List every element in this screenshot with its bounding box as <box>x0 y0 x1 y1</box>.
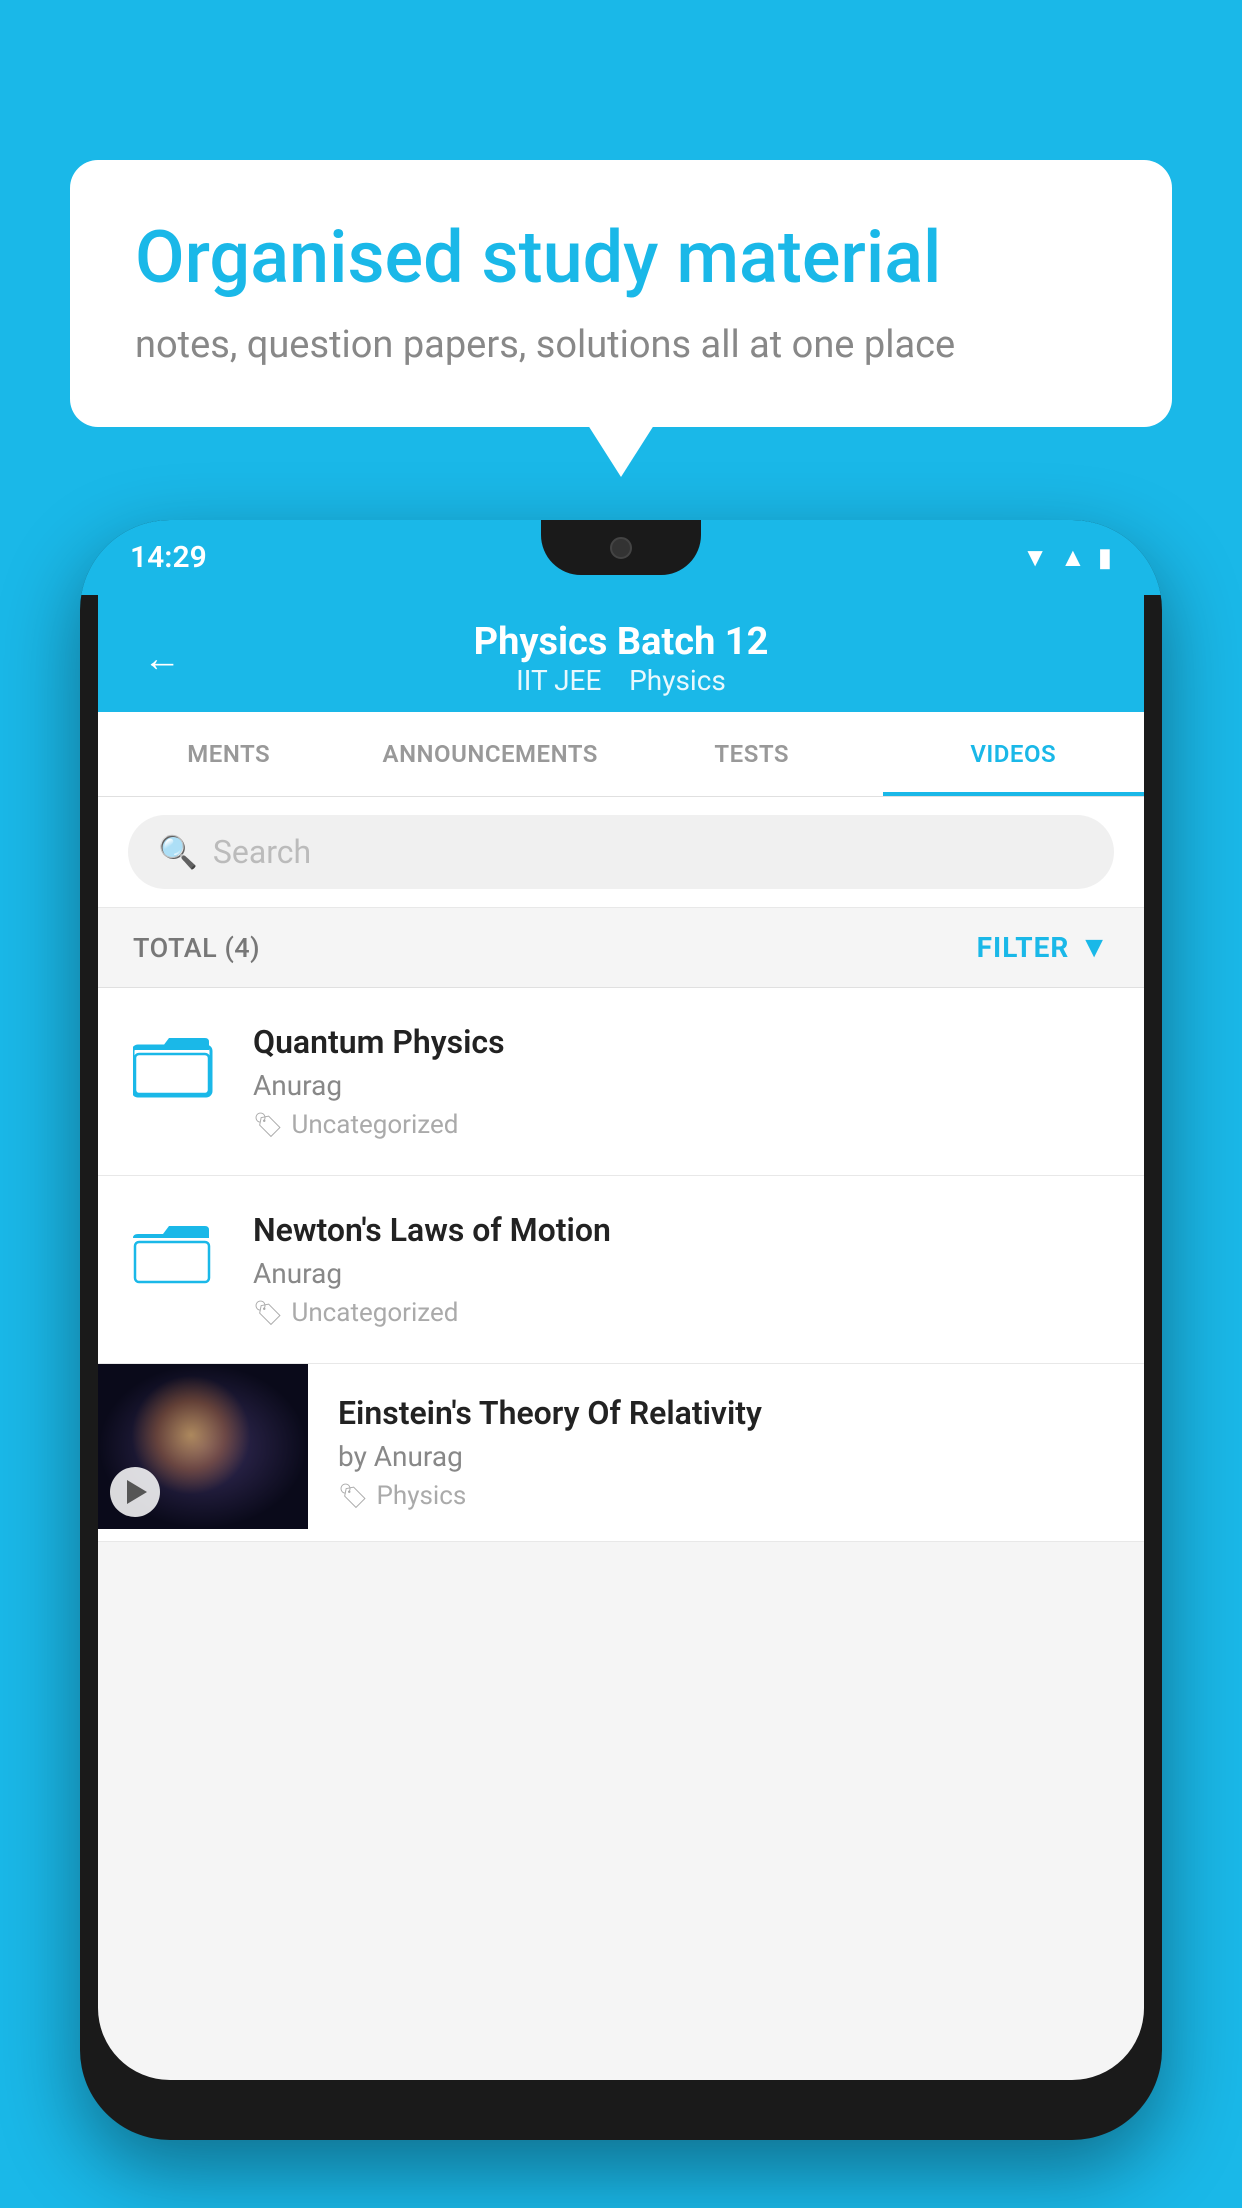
thumbnail-info: Einstein's Theory Of Relativity by Anura… <box>308 1364 1144 1541</box>
tag-icon: 🏷 <box>253 1299 283 1327</box>
tab-videos[interactable]: VIDEOS <box>883 712 1145 796</box>
list-item[interactable]: Einstein's Theory Of Relativity by Anura… <box>98 1364 1144 1542</box>
video-tag: Uncategorized <box>291 1110 458 1140</box>
list-item[interactable]: Quantum Physics Anurag 🏷 Uncategorized <box>98 988 1144 1176</box>
camera-dot <box>610 537 632 559</box>
speech-bubble: Organised study material notes, question… <box>70 160 1172 427</box>
video-icon-box <box>133 1216 223 1290</box>
search-bar[interactable]: 🔍 Search <box>128 815 1114 889</box>
tag-icon: 🏷 <box>338 1482 368 1510</box>
video-title: Quantum Physics <box>253 1023 1109 1061</box>
filter-label: FILTER <box>977 931 1070 964</box>
video-info: Newton's Laws of Motion Anurag 🏷 Uncateg… <box>253 1211 1109 1328</box>
header-tag-physics: Physics <box>629 664 726 697</box>
video-tag-row: 🏷 Physics <box>338 1481 1114 1511</box>
thumbnail-box <box>98 1364 308 1529</box>
tab-tests[interactable]: TESTS <box>621 712 883 796</box>
video-tag-row: 🏷 Uncategorized <box>253 1110 1109 1140</box>
status-icons: ▼ ▲ ▮ <box>1022 542 1112 573</box>
video-info: Quantum Physics Anurag 🏷 Uncategorized <box>253 1023 1109 1140</box>
phone-notch <box>541 520 701 575</box>
list-item[interactable]: Newton's Laws of Motion Anurag 🏷 Uncateg… <box>98 1176 1144 1364</box>
status-time: 14:29 <box>130 540 207 575</box>
video-author: by Anurag <box>338 1440 1114 1473</box>
header-subtitle: IIT JEE Physics <box>474 664 769 697</box>
tabs-bar: MENTS ANNOUNCEMENTS TESTS VIDEOS <box>98 712 1144 797</box>
tag-icon: 🏷 <box>253 1111 283 1139</box>
battery-icon: ▮ <box>1098 543 1112 573</box>
phone-screen: ← Physics Batch 12 IIT JEE Physics MENTS <box>98 595 1144 2080</box>
search-placeholder: Search <box>213 833 311 871</box>
video-tag: Uncategorized <box>291 1298 458 1328</box>
header-main-title: Physics Batch 12 <box>474 620 769 664</box>
header-nav: ← Physics Batch 12 IIT JEE Physics <box>143 620 1099 712</box>
video-icon-box <box>133 1028 223 1102</box>
tab-ments[interactable]: MENTS <box>98 712 360 796</box>
video-author: Anurag <box>253 1069 1109 1102</box>
tab-announcements[interactable]: ANNOUNCEMENTS <box>360 712 622 796</box>
phone-wrapper: 14:29 ▼ ▲ ▮ ← Physics Batch 12 IIT JEE <box>80 520 1162 2208</box>
wifi-icon: ▼ <box>1022 542 1048 573</box>
video-author: Anurag <box>253 1257 1109 1290</box>
play-icon <box>127 1480 147 1504</box>
video-title: Einstein's Theory Of Relativity <box>338 1394 1114 1432</box>
signal-icon: ▲ <box>1060 542 1086 573</box>
bubble-subtitle: notes, question papers, solutions all at… <box>135 323 1107 367</box>
back-button[interactable]: ← <box>143 637 181 681</box>
speech-bubble-container: Organised study material notes, question… <box>70 160 1172 427</box>
header-tag-iitjee: IIT JEE <box>516 664 601 697</box>
header-title-group: Physics Batch 12 IIT JEE Physics <box>474 620 769 697</box>
bubble-title: Organised study material <box>135 215 1107 301</box>
video-tag: Physics <box>376 1481 466 1511</box>
folder-icon <box>133 1216 213 1286</box>
search-bar-container: 🔍 Search <box>98 797 1144 908</box>
search-icon: 🔍 <box>158 833 198 871</box>
total-count: TOTAL (4) <box>133 932 260 964</box>
filter-icon: ▼ <box>1079 930 1109 965</box>
video-title: Newton's Laws of Motion <box>253 1211 1109 1249</box>
video-tag-row: 🏷 Uncategorized <box>253 1298 1109 1328</box>
folder-icon <box>133 1028 213 1098</box>
filter-bar: TOTAL (4) FILTER ▼ <box>98 908 1144 988</box>
video-list: Quantum Physics Anurag 🏷 Uncategorized <box>98 988 1144 1542</box>
filter-button[interactable]: FILTER ▼ <box>977 930 1109 965</box>
app-header: ← Physics Batch 12 IIT JEE Physics <box>98 595 1144 712</box>
play-button[interactable] <box>110 1467 160 1517</box>
phone-frame: 14:29 ▼ ▲ ▮ ← Physics Batch 12 IIT JEE <box>80 520 1162 2140</box>
